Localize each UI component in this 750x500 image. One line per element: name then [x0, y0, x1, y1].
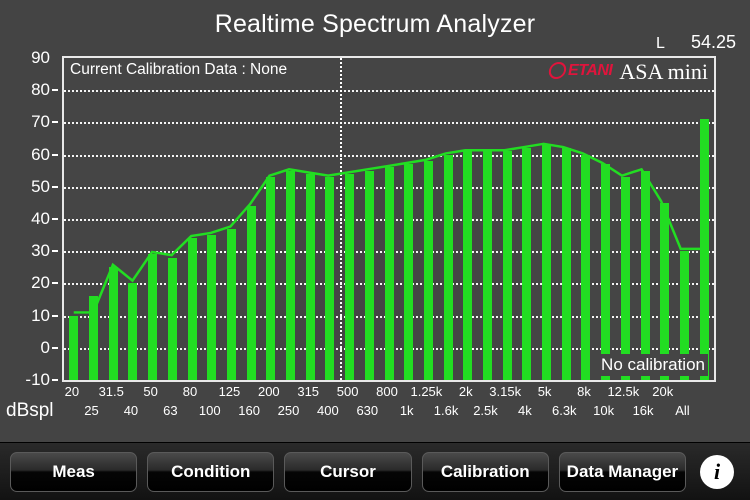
x-axis-tick-label: 80: [182, 384, 198, 399]
x-axis-tick-label: 1.6k: [433, 403, 459, 418]
x-axis-tick-label: 20k: [652, 384, 674, 399]
y-axis: 90 80 70 60 50 40 30 20 10 0 -10: [0, 48, 58, 389]
info-icon[interactable]: i: [700, 454, 735, 489]
x-axis-tick-label: 1k: [399, 403, 414, 418]
x-axis-tick-label: 2k: [458, 384, 473, 399]
x-axis-tick-label: 250: [277, 403, 300, 418]
etani-logo-icon: ETANI: [547, 61, 613, 80]
x-axis-tick-label: 31.5: [98, 384, 124, 399]
y-axis-tick-label: 20: [31, 273, 50, 293]
brand-logo: ETANI ASA mini: [543, 58, 710, 87]
y-axis-tick: [52, 250, 58, 253]
spectrum-plot[interactable]: Current Calibration Data : None ETANI AS…: [62, 56, 716, 382]
x-axis-tick-label: 125: [218, 384, 241, 399]
x-axis-tick-label: 50: [143, 384, 158, 399]
x-axis-tick-label: 400: [317, 403, 339, 418]
y-axis-tick-label: 70: [31, 112, 50, 132]
x-axis: 20 25 31.5 40 50 63 80 100 125 160 200 250 315 400 500…: [62, 384, 716, 428]
condition-button[interactable]: Condition: [147, 451, 275, 492]
y-axis-tick: [52, 185, 58, 188]
y-axis-tick: [52, 218, 58, 220]
y-axis-tick-label: 10: [31, 305, 50, 325]
calibration-data-label: Current Calibration Data : None: [68, 60, 292, 81]
x-axis-tick-label: 160: [238, 403, 260, 418]
x-axis-tick-label: 500: [336, 384, 359, 399]
x-axis-tick-label: 10k: [593, 403, 615, 418]
y-axis-tick: [52, 121, 58, 124]
no-calibration-label: No calibration: [598, 354, 708, 376]
y-axis-tick-label: 40: [31, 209, 50, 228]
x-axis-tick-label: 2.5k: [473, 403, 498, 418]
product-name: ASA mini: [619, 59, 708, 84]
x-axis-tick-label: 16k: [632, 403, 654, 418]
y-axis-tick: [52, 314, 58, 317]
x-axis-tick-label: 3.15k: [489, 384, 522, 399]
y-axis-tick-label: 90: [31, 48, 50, 67]
y-axis-tick: [52, 346, 58, 349]
x-axis-tick-label: 6.3k: [551, 403, 577, 418]
meas-button[interactable]: Meas: [10, 451, 138, 492]
data-manager-button[interactable]: Data Manager: [558, 451, 687, 492]
level-readout: L 54.25: [656, 32, 736, 53]
x-axis-tick-label: 100: [198, 403, 221, 418]
x-axis-tick-label: 4k: [518, 403, 532, 418]
page-title: Realtime Spectrum Analyzer: [214, 10, 536, 38]
x-axis-tick-label: 8k: [577, 384, 591, 399]
y-axis-tick: [52, 282, 58, 285]
y-axis-tick: [52, 153, 58, 156]
y-axis-tick-label: -10: [25, 370, 50, 389]
etani-mark-icon: [547, 62, 568, 79]
y-axis-unit-label: dBspl: [6, 400, 54, 421]
y-axis-tick-label: 60: [31, 144, 50, 164]
y-axis-tick-label: 80: [31, 80, 50, 100]
cursor-button[interactable]: Cursor: [284, 451, 412, 492]
x-axis-tick-label: 5k: [537, 384, 552, 399]
y-axis-tick-label: 30: [31, 241, 50, 261]
bottom-toolbar: Meas Condition Cursor Calibration Data M…: [0, 442, 750, 500]
channel-label: L: [656, 35, 665, 52]
x-axis-tick-label: All: [675, 403, 690, 418]
x-axis-tick-label: 630: [356, 403, 379, 418]
x-axis-tick-label: 25: [84, 403, 99, 418]
calibration-button[interactable]: Calibration: [421, 451, 549, 492]
x-axis-tick-label: 40: [123, 403, 139, 418]
y-axis-tick: [52, 89, 58, 92]
x-axis-tick-label: 315: [297, 384, 320, 399]
x-axis-tick-label: 63: [163, 403, 178, 418]
x-axis-tick-label: 800: [376, 384, 398, 399]
etani-wordmark: ETANI: [568, 61, 613, 79]
y-axis-tick-label: 0: [40, 337, 50, 357]
y-axis-tick: [52, 379, 58, 381]
level-value: 54.25: [690, 32, 736, 52]
overlay-line: [73, 142, 701, 314]
x-axis-tick-label: 1.25k: [410, 384, 443, 399]
y-axis-tick-label: 50: [31, 176, 50, 196]
x-axis-tick-label: 200: [257, 384, 280, 399]
x-axis-tick-label: 12.5k: [607, 384, 640, 399]
x-axis-tick-label: 20: [64, 384, 80, 399]
